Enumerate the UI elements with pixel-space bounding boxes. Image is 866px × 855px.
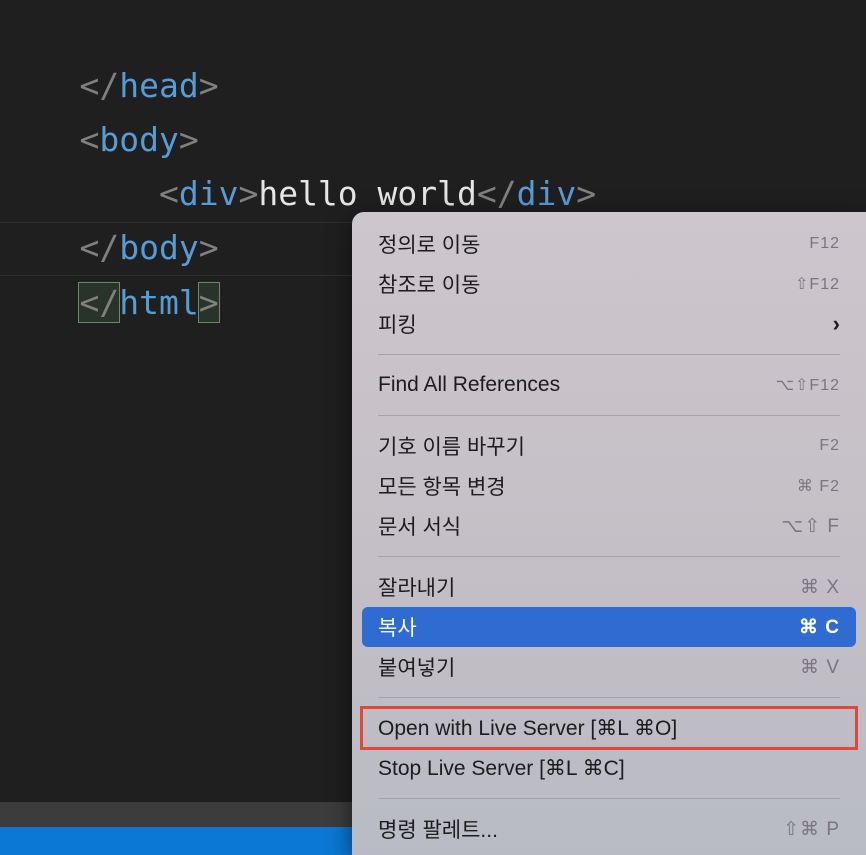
menu-item-copy[interactable]: 복사 ⌘ C [362, 607, 856, 647]
tag-bracket: > [198, 66, 219, 105]
menu-separator [378, 697, 840, 698]
tag-bracket: > [576, 174, 597, 213]
menu-item-stop-live-server[interactable]: Stop Live Server [⌘L ⌘C] [362, 748, 856, 788]
menu-item-cut[interactable]: 잘라내기 ⌘ X [362, 567, 856, 607]
menu-item-label: 복사 [378, 617, 417, 640]
menu-item-label: Stop Live Server [⌘L ⌘C] [378, 756, 625, 780]
menu-item-format-document[interactable]: 문서 서식 ⌥⇧ F [362, 506, 856, 546]
tag-bracket: </ [476, 174, 517, 213]
menu-item-shortcut: F12 [809, 235, 840, 252]
menu-item-paste[interactable]: 붙여넣기 ⌘ V [362, 647, 856, 687]
menu-separator [378, 556, 840, 557]
menu-item-label: 명령 팔레트... [378, 819, 498, 842]
tag-bracket-matched: > [197, 282, 220, 323]
context-menu: 정의로 이동 F12 참조로 이동 ⇧F12 피킹 › Find All Ref… [352, 212, 866, 855]
menu-item-label: 피킹 [378, 314, 417, 337]
menu-item-label: 기호 이름 바꾸기 [378, 436, 525, 459]
menu-item-open-with-live-server[interactable]: Open with Live Server [⌘L ⌘O] [360, 706, 858, 750]
code-line-3[interactable]: <div>hello world</div> [0, 113, 596, 213]
menu-item-shortcut: ⌥⇧F12 [775, 377, 840, 394]
tag-name: html [119, 283, 199, 322]
menu-item-shortcut: ⌘ V [800, 656, 840, 678]
menu-item-label: Open with Live Server [⌘L ⌘O] [378, 716, 678, 740]
menu-item-go-to-references[interactable]: 참조로 이동 ⇧F12 [362, 264, 856, 304]
menu-item-label: 모든 항목 변경 [378, 476, 506, 499]
menu-item-shortcut: ⇧F12 [795, 276, 840, 293]
code-line-5[interactable]: </html> [0, 222, 220, 323]
menu-item-label: 문서 서식 [378, 516, 462, 539]
menu-item-shortcut: ⌘ C [799, 616, 840, 638]
menu-item-label: 붙여넣기 [378, 657, 456, 680]
tag-bracket-matched: </ [78, 282, 121, 323]
code-line-2[interactable]: <body> [0, 59, 198, 159]
menu-item-find-all-references[interactable]: Find All References ⌥⇧F12 [362, 365, 856, 405]
menu-item-shortcut: F2 [819, 437, 840, 454]
menu-item-rename-symbol[interactable]: 기호 이름 바꾸기 F2 [362, 426, 856, 466]
menu-item-change-all-occurrences[interactable]: 모든 항목 변경 ⌘ F2 [362, 466, 856, 506]
menu-item-label: 참조로 이동 [378, 274, 481, 297]
menu-item-shortcut: ⌘ X [800, 576, 840, 598]
tag-name: div [516, 174, 577, 213]
code-line-4[interactable]: </body> [0, 167, 218, 267]
text-content: hello world [258, 174, 477, 213]
menu-separator [378, 415, 840, 416]
menu-item-label: Find All References [378, 373, 561, 396]
menu-item-shortcut: ⇧⌘ P [783, 818, 840, 840]
menu-item-peek[interactable]: 피킹 › [362, 304, 856, 344]
menu-item-go-to-definition[interactable]: 정의로 이동 F12 [362, 224, 856, 264]
tag-bracket: > [238, 174, 259, 213]
menu-item-command-palette[interactable]: 명령 팔레트... ⇧⌘ P [362, 809, 856, 849]
menu-item-shortcut: ⌥⇧ F [781, 515, 840, 537]
menu-separator [378, 354, 840, 355]
menu-item-shortcut: ⌘ F2 [796, 478, 840, 495]
menu-separator [378, 798, 840, 799]
code-line-1[interactable]: </head> [0, 5, 218, 105]
menu-item-label: 잘라내기 [378, 577, 456, 600]
chevron-right-icon: › [832, 311, 840, 336]
menu-item-label: 정의로 이동 [378, 234, 481, 257]
